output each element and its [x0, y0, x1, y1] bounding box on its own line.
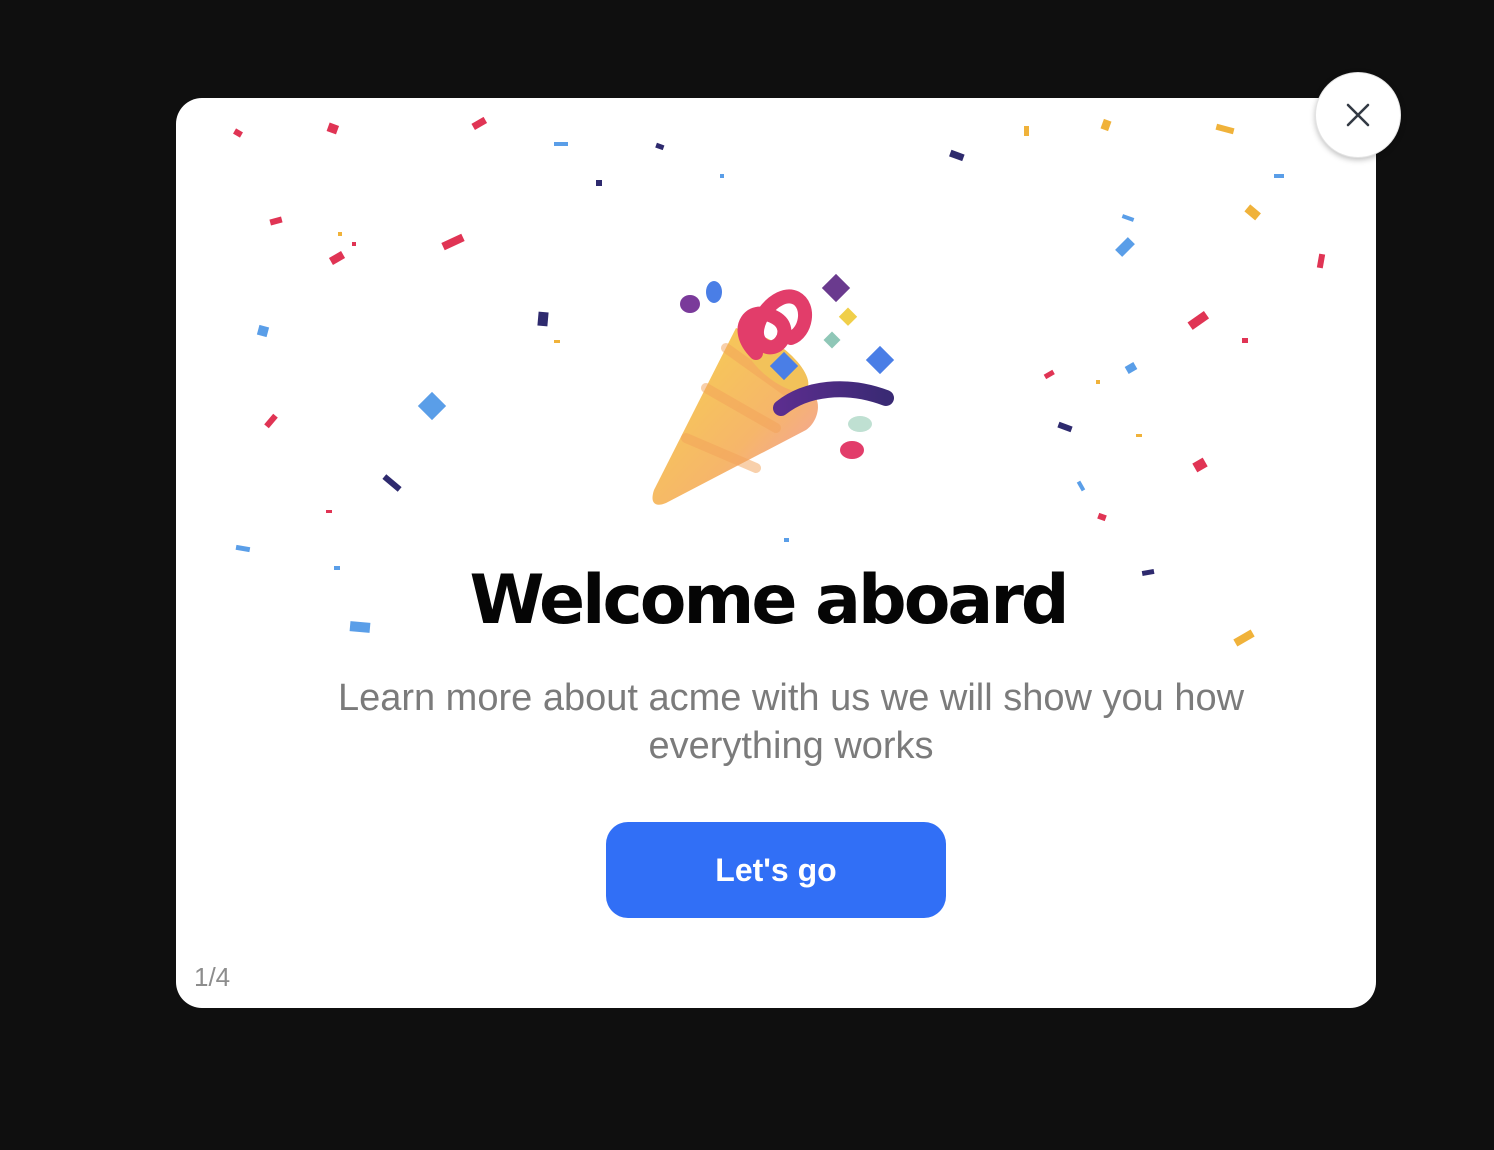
step-indicator: 1/4: [194, 962, 231, 992]
lets-go-button[interactable]: Let's go: [606, 822, 946, 918]
party-popper-icon: [652, 273, 895, 505]
modal-description: Learn more about acme with us we will sh…: [337, 677, 1245, 767]
close-icon: [1346, 103, 1370, 127]
welcome-modal: Welcome aboard Learn more about acme wit…: [176, 98, 1376, 1008]
close-button[interactable]: [1315, 72, 1401, 158]
modal-title: Welcome aboard: [469, 561, 1069, 640]
